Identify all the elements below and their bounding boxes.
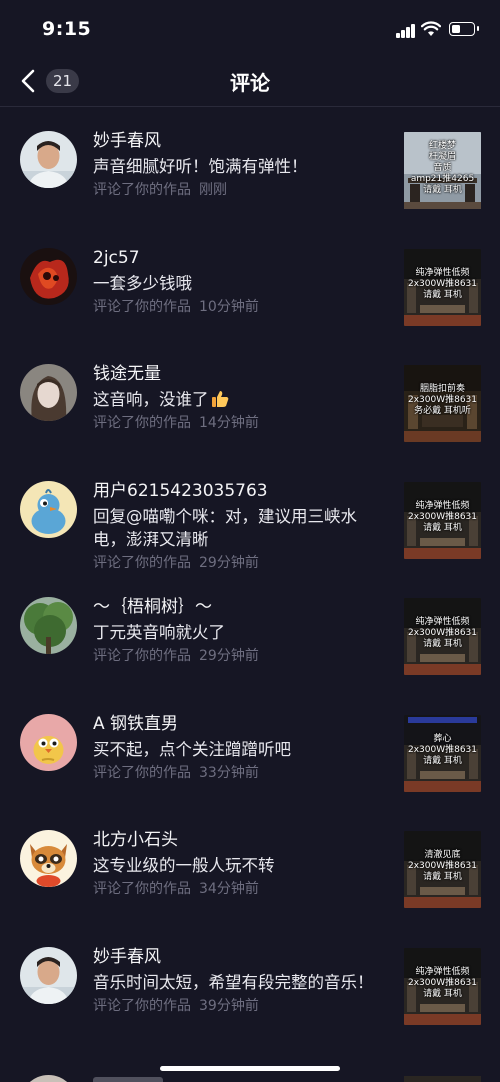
comment-text: 丁元英音响就火了 xyxy=(93,623,225,642)
red-art-avatar[interactable] xyxy=(20,247,77,305)
comment-item[interactable]: 北方小石头 这专业级的一般人玩不转 评论了你的作品 34分钟前 清澈见底 2x30… xyxy=(0,806,500,923)
comment-meta: 评论了你的作品 29分钟前 xyxy=(93,553,383,573)
status-bar: 9:15 xyxy=(0,0,500,56)
thumbnail-caption: 红楼梦 枉凝眉 音质 amp21推4265 请戴 耳机 xyxy=(410,141,475,195)
comment-body: 2jc57 一套多少钱哦 评论了你的作品 10分钟前 xyxy=(93,247,383,317)
battery-icon xyxy=(449,22,479,36)
comment-author[interactable]: 钱途无量 xyxy=(93,363,383,385)
comment-meta: 评论了你的作品 14分钟前 xyxy=(93,413,383,433)
video-thumbnail[interactable]: 胭脂扣前奏 2x300W推8631 务必戴 耳机听 xyxy=(404,365,481,442)
cartoon-raccoon-avatar[interactable] xyxy=(20,830,77,887)
comment-item[interactable]: A 钢铁直男 买不起，点个关注蹭蹭听吧 评论了你的作品 33分钟前 葬心 2x30… xyxy=(0,690,500,807)
cartoon-chick-avatar[interactable] xyxy=(20,713,77,771)
comment-text: 这专业级的一般人玩不转 xyxy=(93,856,275,875)
comment-body: 妙手春风 声音细腻好听！饱满有弹性！ 评论了你的作品 刚刚 xyxy=(93,130,383,200)
comment-author[interactable]: 2jc57 xyxy=(93,247,383,269)
comment-time: 刚刚 xyxy=(199,182,227,198)
comment-action: 评论了你的作品 xyxy=(93,182,191,198)
man-portrait-avatar[interactable] xyxy=(20,946,77,1004)
comment-time: 29分钟前 xyxy=(199,554,259,571)
wifi-icon xyxy=(421,21,441,36)
comment-text: 一套多少钱哦 xyxy=(93,273,192,293)
comment-action: 评论了你的作品 xyxy=(93,881,191,897)
partial-comment-item xyxy=(0,1071,500,1082)
comment-time: 29分钟前 xyxy=(199,648,259,664)
thumbnail-caption: 纯净弹性低频 2x300W推8631 请戴 耳机 xyxy=(407,617,478,649)
tree-avatar[interactable] xyxy=(20,597,77,654)
home-indicator[interactable] xyxy=(160,1066,340,1071)
comment-text: 音乐时间太短，希望有段完整的音乐！ xyxy=(93,972,374,992)
comment-action: 评论了你的作品 xyxy=(93,298,191,315)
comment-author[interactable]: 北方小石头 xyxy=(93,829,383,851)
comment-body: 北方小石头 这专业级的一般人玩不转 评论了你的作品 34分钟前 xyxy=(93,829,383,899)
thumbs-up-icon xyxy=(211,391,228,407)
cellular-signal-icon xyxy=(396,24,416,38)
video-thumbnail[interactable]: 红楼梦 枉凝眉 音质 amp21推4265 请戴 耳机 xyxy=(404,132,481,209)
comment-meta: 评论了你的作品 29分钟前 xyxy=(93,646,383,666)
man-portrait-avatar[interactable] xyxy=(20,131,77,188)
comment-body: 妙手春风 音乐时间太短，希望有段完整的音乐！ 评论了你的作品 39分钟前 xyxy=(93,946,383,1016)
comment-action: 评论了你的作品 xyxy=(93,648,191,664)
comment-author[interactable]: 用户6215423035763 xyxy=(93,480,383,502)
comment-text: 回复@喵嘞个咪：对，建议用三峡水电，澎湃又清晰 xyxy=(93,506,357,549)
comment-time: 33分钟前 xyxy=(199,764,259,781)
comment-text-content: 这音响，没谁了 xyxy=(93,390,209,409)
video-thumbnail[interactable]: 纯净弹性低频 2x300W推8631 请戴 耳机 xyxy=(404,947,481,1025)
comment-time: 14分钟前 xyxy=(199,415,259,431)
comment-body: 钱途无量 这音响，没谁了 评论了你的作品 14分钟前 xyxy=(93,363,383,433)
comment-item[interactable]: 用户6215423035763 回复@喵嘞个咪：对，建议用三峡水电，澎湃又清晰 … xyxy=(0,457,500,574)
thumbnail-caption: 纯净弹性低频 2x300W推8631 请戴 耳机 xyxy=(407,500,478,533)
comment-action: 评论了你的作品 xyxy=(93,764,191,781)
comment-body: 用户6215423035763 回复@喵嘞个咪：对，建议用三峡水电，澎湃又清晰 … xyxy=(93,480,383,573)
comment-meta: 评论了你的作品 34分钟前 xyxy=(93,879,383,899)
cartoon-bird-avatar[interactable] xyxy=(20,480,77,538)
video-thumbnail[interactable]: 纯净弹性低频 2x300W推8631 请戴 耳机 xyxy=(404,481,481,559)
thumbnail-caption: 纯净弹性低频 2x300W推8631 请戴 耳机 xyxy=(407,966,478,999)
page-title: 评论 xyxy=(230,71,270,95)
comment-text: 买不起，点个关注蹭蹭听吧 xyxy=(93,739,291,759)
comment-author[interactable]: 妙手春风 xyxy=(93,130,383,152)
woman-portrait-avatar[interactable] xyxy=(20,364,77,421)
comment-author[interactable]: 妙手春风 xyxy=(93,946,383,968)
comment-time: 10分钟前 xyxy=(199,298,259,315)
comment-time: 39分钟前 xyxy=(199,997,259,1014)
comment-body: ～｛梧桐树｝～ 丁元英音响就火了 评论了你的作品 29分钟前 xyxy=(93,596,383,666)
comment-meta: 评论了你的作品 10分钟前 xyxy=(93,297,383,317)
video-thumbnail[interactable]: 清澈见底 2x300W推8631 请戴 耳机 xyxy=(404,831,481,908)
comment-item[interactable]: 钱途无量 这音响，没谁了 评论了你的作品 14分钟前 胭脂扣前奏 2x300W推8… xyxy=(0,340,500,457)
comment-meta: 评论了你的作品 刚刚 xyxy=(93,180,383,200)
comment-body: A 钢铁直男 买不起，点个关注蹭蹭听吧 评论了你的作品 33分钟前 xyxy=(93,713,383,783)
thumbnail-caption: 清澈见底 2x300W推8631 请戴 耳机 xyxy=(407,850,478,882)
comment-item[interactable]: ～｛梧桐树｝～ 丁元英音响就火了 评论了你的作品 29分钟前 纯净弹性低频 2x3… xyxy=(0,573,500,690)
comment-action: 评论了你的作品 xyxy=(93,554,191,571)
comment-action: 评论了你的作品 xyxy=(93,997,191,1014)
comment-meta: 评论了你的作品 39分钟前 xyxy=(93,996,383,1016)
comment-author[interactable]: ～｛梧桐树｝～ xyxy=(93,596,383,618)
comment-text: 声音细腻好听！饱满有弹性！ xyxy=(93,157,308,176)
comment-item[interactable]: 妙手春风 音乐时间太短，希望有段完整的音乐！ 评论了你的作品 39分钟前 纯净弹性… xyxy=(0,923,500,1040)
comment-item[interactable]: 妙手春风 声音细腻好听！饱满有弹性！ 评论了你的作品 刚刚 红楼梦 枉凝眉 音质 … xyxy=(0,107,500,224)
status-time: 9:15 xyxy=(42,18,92,40)
comment-action: 评论了你的作品 xyxy=(93,415,191,431)
thumbnail-caption: 纯净弹性低频 2x300W推8631 请戴 耳机 xyxy=(407,267,478,300)
comment-item[interactable]: 2jc57 一套多少钱哦 评论了你的作品 10分钟前 纯净弹性低频 2x300W推… xyxy=(0,224,500,341)
video-thumbnail[interactable]: 纯净弹性低频 2x300W推8631 请戴 耳机 xyxy=(404,598,481,675)
comment-meta: 评论了你的作品 33分钟前 xyxy=(93,763,383,783)
thumbnail-caption: 葬心 2x300W推8631 请戴 耳机 xyxy=(407,733,478,766)
video-thumbnail[interactable]: 葬心 2x300W推8631 请戴 耳机 xyxy=(404,714,481,792)
thumbnail-caption: 胭脂扣前奏 2x300W推8631 务必戴 耳机听 xyxy=(407,384,478,416)
comment-time: 34分钟前 xyxy=(199,881,259,897)
comment-author[interactable]: A 钢铁直男 xyxy=(93,713,383,735)
video-thumbnail[interactable]: 纯净弹性低频 2x300W推8631 请戴 耳机 xyxy=(404,248,481,326)
nav-bar: 21 评论 xyxy=(0,56,500,107)
comment-list: 妙手春风 声音细腻好听！饱满有弹性！ 评论了你的作品 刚刚 红楼梦 枉凝眉 音质 … xyxy=(0,107,500,1039)
comment-text: 这音响，没谁了 xyxy=(93,388,383,411)
